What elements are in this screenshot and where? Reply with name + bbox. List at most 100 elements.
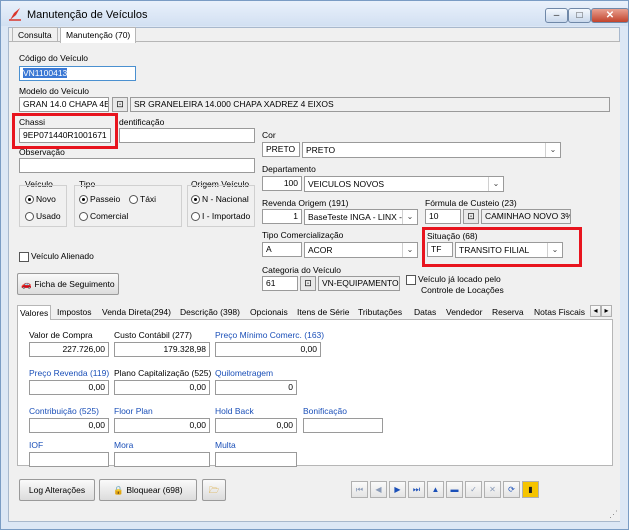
tipo-comercial-code-input[interactable]: A xyxy=(262,242,302,257)
tab-manutencao[interactable]: Manutenção (70) xyxy=(60,27,137,43)
quilometragem-input[interactable]: 0 xyxy=(215,380,297,395)
valor-compra-input[interactable]: 227.726,00 xyxy=(29,342,109,357)
last-record-icon[interactable]: ⏭ xyxy=(408,481,425,498)
veiculo-usado-radio[interactable]: Usado xyxy=(25,211,61,222)
categoria-label: Categoria do Veículo xyxy=(262,265,341,275)
next-record-icon[interactable]: ▶ xyxy=(389,481,406,498)
codigo-input[interactable]: VN1100413 xyxy=(19,66,136,81)
preco-minimo-label[interactable]: Preço Mínimo Comerc. (163) xyxy=(215,330,324,340)
cancel-icon[interactable]: ✕ xyxy=(484,481,501,498)
veiculo-novo-radio[interactable]: Novo xyxy=(25,194,56,205)
cor-code-input[interactable]: PRETO xyxy=(262,142,300,157)
log-alteracoes-button[interactable]: Log Alterações xyxy=(19,479,95,501)
subtab-opcionais[interactable]: Opcionais xyxy=(248,305,290,320)
origem-nacional-radio[interactable]: N - Nacional xyxy=(191,194,249,205)
preco-minimo-input[interactable]: 0,00 xyxy=(215,342,321,357)
mora-label[interactable]: Mora xyxy=(114,440,133,450)
observacao-input[interactable] xyxy=(19,158,255,173)
formula-lookup-icon[interactable]: ⊡ xyxy=(463,209,479,224)
bonificacao-input[interactable] xyxy=(303,418,383,433)
iof-input[interactable] xyxy=(29,452,109,467)
exit-door-icon[interactable]: ▮ xyxy=(522,481,539,498)
multa-input[interactable] xyxy=(215,452,297,467)
tipo-taxi-label: Táxi xyxy=(140,194,157,204)
subtab-vendedor[interactable]: Vendedor xyxy=(444,305,484,320)
categoria-code-input[interactable]: 61 xyxy=(262,276,298,291)
plano-cap-input[interactable]: 0,00 xyxy=(114,380,210,395)
subtab-valores[interactable]: Valores xyxy=(17,305,52,320)
revenda-code-input[interactable]: 1 xyxy=(262,209,302,224)
tipo-passeio-radio[interactable]: Passeio xyxy=(79,194,121,205)
cor-select[interactable]: PRETO ⌄ xyxy=(302,142,561,158)
delete-record-icon[interactable]: ▬ xyxy=(446,481,463,498)
tab-scroll-right-icon[interactable]: ▸ xyxy=(601,305,612,317)
departamento-code-input[interactable]: 100 xyxy=(262,176,302,191)
mora-input[interactable] xyxy=(114,452,210,467)
tab-scroll-left-icon[interactable]: ◂ xyxy=(590,305,601,317)
locado-line2: Controle de Locações xyxy=(421,285,504,295)
floor-plan-label[interactable]: Floor Plan xyxy=(114,406,153,416)
app-icon xyxy=(9,8,21,21)
subtab-tributacoes[interactable]: Tributações xyxy=(356,305,404,320)
folder-button[interactable]: 🗁 xyxy=(202,479,226,501)
chevron-down-icon: ⌄ xyxy=(488,177,503,191)
resize-grip-icon[interactable]: ⋰ xyxy=(609,509,618,520)
refresh-icon[interactable]: ⟳ xyxy=(503,481,520,498)
multa-label[interactable]: Multa xyxy=(215,440,236,450)
preco-revenda-label[interactable]: Preço Revenda (119) xyxy=(29,368,109,378)
tipo-comercial-radio[interactable]: Comercial xyxy=(79,211,128,222)
modelo-desc: SR GRANELEIRA 14.000 CHAPA XADREZ 4 EIXO… xyxy=(130,97,610,112)
checkbox-icon xyxy=(406,274,416,285)
alienado-label: Veículo Alienado xyxy=(31,251,94,261)
modelo-code-input[interactable]: GRAN 14.0 CHAPA 4E xyxy=(19,97,109,112)
subtab-datas[interactable]: Datas xyxy=(412,305,438,320)
subtab-reserva[interactable]: Reserva xyxy=(490,305,526,320)
radio-off-icon xyxy=(25,212,34,222)
floor-plan-input[interactable]: 0,00 xyxy=(114,418,210,433)
revenda-select[interactable]: BaseTeste INGA - LINX - ⌄ xyxy=(304,209,418,225)
subtab-descricao[interactable]: Descrição (398) xyxy=(178,305,242,320)
contribuicao-input[interactable]: 0,00 xyxy=(29,418,109,433)
tipo-comercial-select[interactable]: ACOR ⌄ xyxy=(304,242,418,258)
categoria-desc: VN-EQUIPAMENTOS/I xyxy=(318,276,400,291)
departamento-select[interactable]: VEICULOS NOVOS ⌄ xyxy=(304,176,504,192)
formula-desc: CAMINHAO NOVO 3% xyxy=(481,209,571,224)
departamento-value: VEICULOS NOVOS xyxy=(308,179,385,189)
modelo-label: Modelo do Veículo xyxy=(19,86,89,96)
subtab-itens-serie[interactable]: Itens de Série xyxy=(295,305,351,320)
codigo-label: Código do Veículo xyxy=(19,53,88,63)
origem-importado-radio[interactable]: I - Importado xyxy=(191,211,251,222)
tab-consulta[interactable]: Consulta xyxy=(12,27,58,42)
alienado-checkbox[interactable]: Veículo Alienado xyxy=(19,251,94,262)
close-button[interactable]: ✕ xyxy=(591,8,629,23)
tipo-taxi-radio[interactable]: Táxi xyxy=(129,194,157,205)
maximize-button[interactable]: □ xyxy=(568,8,591,23)
hold-back-label[interactable]: Hold Back xyxy=(215,406,254,416)
bonificacao-label[interactable]: Bonificação xyxy=(303,406,347,416)
identificacao-input[interactable] xyxy=(119,128,255,143)
subtab-notas-fiscais[interactable]: Notas Fiscais xyxy=(532,305,587,320)
ficha-seguimento-button[interactable]: 🚗 Ficha de Seguimento xyxy=(17,273,119,295)
formula-code-input[interactable]: 10 xyxy=(425,209,461,224)
first-record-icon[interactable]: ⏮ xyxy=(351,481,368,498)
minimize-button[interactable]: – xyxy=(545,8,568,23)
window-title: Manutenção de Veículos xyxy=(27,9,148,21)
tipo-passeio-label: Passeio xyxy=(90,194,121,204)
post-icon[interactable]: ✓ xyxy=(465,481,482,498)
quilometragem-label[interactable]: Quilometragem xyxy=(215,368,273,378)
radio-on-icon xyxy=(191,195,200,205)
categoria-lookup-icon[interactable]: ⊡ xyxy=(300,276,316,291)
subtab-venda-direta[interactable]: Venda Direta(294) xyxy=(100,305,173,320)
locado-checkbox[interactable]: Veículo já locado pelo xyxy=(406,274,501,285)
modelo-lookup-icon[interactable]: ⊡ xyxy=(112,97,128,112)
custo-contabil-input[interactable]: 179.328,98 xyxy=(114,342,210,357)
origem-importado-label: I - Importado xyxy=(202,211,251,221)
preco-revenda-input[interactable]: 0,00 xyxy=(29,380,109,395)
bloquear-button[interactable]: 🔒 Bloquear (698) xyxy=(99,479,197,501)
subtab-impostos[interactable]: Impostos xyxy=(55,305,94,320)
insert-record-icon[interactable]: ▲ xyxy=(427,481,444,498)
contribuicao-label[interactable]: Contribuição (525) xyxy=(29,406,99,416)
prior-record-icon[interactable]: ◀ xyxy=(370,481,387,498)
hold-back-input[interactable]: 0,00 xyxy=(215,418,297,433)
iof-label[interactable]: IOF xyxy=(29,440,43,450)
